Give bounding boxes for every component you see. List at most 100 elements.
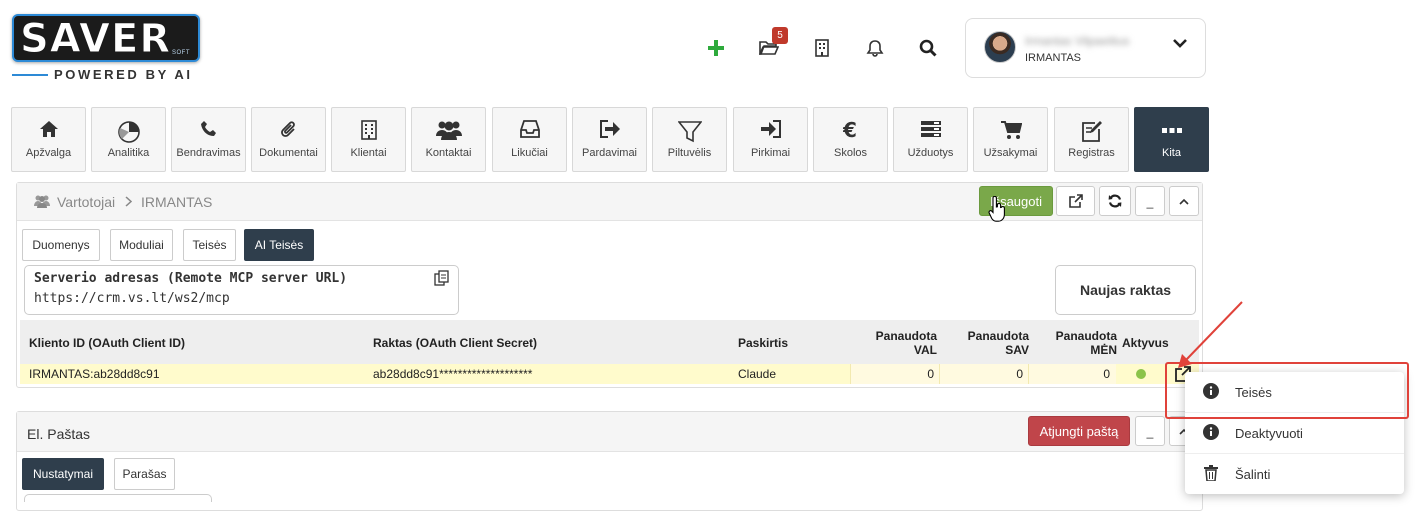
sign-out-icon bbox=[573, 120, 646, 142]
nav-tile-7[interactable]: Likučiai bbox=[492, 107, 567, 172]
notification-badge: 5 bbox=[772, 27, 788, 44]
open-external-button[interactable] bbox=[1056, 186, 1095, 216]
logo-tagline: POWERED BY AI bbox=[54, 67, 193, 82]
minimize-button[interactable]: _ bbox=[1135, 186, 1165, 216]
nav-tile-13[interactable]: Užsakymai bbox=[973, 107, 1048, 172]
cell-bg-val bbox=[850, 364, 939, 384]
breadcrumb-root[interactable]: Vartotojai bbox=[57, 194, 115, 210]
bell-icon[interactable] bbox=[864, 37, 886, 59]
user-login: IRMANTAS bbox=[1025, 52, 1082, 64]
cell-purpose: Claude bbox=[738, 367, 777, 381]
col-used-sav-line2: SAV bbox=[1005, 343, 1029, 357]
menu-item-deaktyvuoti[interactable]: Deaktyvuoti bbox=[1185, 413, 1404, 453]
users-icon bbox=[412, 120, 485, 142]
nav-tile-8[interactable]: Pardavimai bbox=[572, 107, 647, 172]
refresh-icon bbox=[1108, 194, 1122, 208]
logo-suffix: SOFT bbox=[172, 50, 190, 56]
minimize-button[interactable]: _ bbox=[1135, 416, 1165, 446]
add-icon[interactable] bbox=[705, 37, 727, 59]
nav-tile-12[interactable]: Užduotys bbox=[893, 107, 968, 172]
pie-chart-icon bbox=[92, 120, 165, 143]
tab-moduliai[interactable]: Moduliai bbox=[110, 229, 173, 261]
table-row[interactable]: IRMANTAS:ab28dd8c91 ab28dd8c91**********… bbox=[20, 364, 1199, 384]
info-circle-icon bbox=[1203, 424, 1219, 440]
edit-icon bbox=[1055, 120, 1128, 142]
chevron-down-icon[interactable] bbox=[1173, 39, 1187, 49]
chevron-up-icon bbox=[1179, 198, 1189, 205]
menu-item-salinti[interactable]: Šalinti bbox=[1185, 454, 1404, 494]
disconnect-email-button[interactable]: Atjungti paštą bbox=[1028, 416, 1130, 446]
avatar bbox=[984, 31, 1016, 63]
nav-tile-3[interactable]: Bendravimas bbox=[171, 107, 246, 172]
nav-tile-label: Apžvalga bbox=[25, 147, 72, 159]
nav-tile-label: Analitika bbox=[107, 147, 150, 159]
nav-tile-label: Likučiai bbox=[511, 147, 548, 159]
col-used-val-line2: VAL bbox=[913, 343, 937, 357]
col-active: Aktyvus bbox=[1122, 336, 1169, 350]
nav-tile-label: Pardavimai bbox=[581, 147, 638, 159]
euro-icon: € bbox=[814, 120, 887, 142]
nav-tile-6[interactable]: Kontaktai bbox=[411, 107, 486, 172]
nav-tile-label: Pirkimai bbox=[750, 147, 791, 159]
paperclip-icon bbox=[252, 120, 325, 142]
cell-client-id: IRMANTAS:ab28dd8c91 bbox=[29, 367, 160, 381]
nav-tile-label: Kita bbox=[1162, 147, 1181, 159]
breadcrumb-current: IRMANTAS bbox=[141, 194, 213, 210]
nav-tile-2[interactable]: Analitika bbox=[91, 107, 166, 172]
email-panel-title: El. Paštas bbox=[27, 426, 91, 442]
col-used-sav-line1: Panaudota bbox=[967, 329, 1029, 343]
cart-icon bbox=[974, 120, 1047, 142]
tab-teises[interactable]: Teisės bbox=[183, 229, 236, 261]
logo[interactable]: SAVER SOFT POWERED BY AI bbox=[12, 14, 202, 82]
col-used-val: Panaudota VAL bbox=[876, 329, 937, 357]
nav-tile-label: Bendravimas bbox=[176, 147, 241, 159]
logo-text: SAVER bbox=[19, 16, 172, 63]
funnel-icon bbox=[653, 120, 726, 143]
inbox-icon bbox=[493, 120, 566, 142]
nav-tile-label: Kontaktai bbox=[425, 147, 472, 159]
nav-tile-label: Registras bbox=[1068, 147, 1115, 159]
logo-badge: SAVER SOFT bbox=[12, 14, 200, 63]
tab-ai-teises[interactable]: AI Teisės bbox=[244, 229, 314, 261]
active-status-dot bbox=[1136, 369, 1146, 379]
cell-secret: ab28dd8c91******************** bbox=[373, 367, 533, 381]
tasks-icon bbox=[894, 120, 967, 142]
sign-in-icon bbox=[734, 120, 807, 142]
user-menu[interactable]: Irmantas Vilpaeitius IRMANTAS bbox=[965, 18, 1206, 78]
cell-used-sav: 0 bbox=[1016, 367, 1023, 381]
menu-item-label: Deaktyvuoti bbox=[1235, 426, 1303, 441]
nav-tile-1[interactable]: Apžvalga bbox=[11, 107, 86, 172]
nav-tile-4[interactable]: Dokumentai bbox=[251, 107, 326, 172]
nav-tile-label: Piltuvėlis bbox=[667, 147, 712, 159]
cursor-hand-icon bbox=[988, 196, 1006, 224]
menu-item-label: Šalinti bbox=[1235, 467, 1271, 482]
copy-icon[interactable] bbox=[434, 270, 450, 286]
cell-used-val: 0 bbox=[927, 367, 934, 381]
col-client-id: Kliento ID (OAuth Client ID) bbox=[29, 336, 185, 350]
nav-tile-14[interactable]: Registras bbox=[1054, 107, 1129, 172]
phone-icon bbox=[172, 120, 245, 142]
nav-tile-label: Užsakymai bbox=[983, 147, 1038, 159]
col-used-men-line2: MĖN bbox=[1090, 343, 1117, 357]
server-url-box: Serverio adresas (Remote MCP server URL)… bbox=[24, 265, 459, 315]
server-url-value[interactable]: https://crm.vs.lt/ws2/mcp bbox=[34, 291, 230, 306]
collapse-button[interactable] bbox=[1169, 186, 1199, 216]
users-icon bbox=[33, 195, 51, 208]
search-icon[interactable] bbox=[917, 37, 939, 59]
nav-tile-9[interactable]: Piltuvėlis bbox=[652, 107, 727, 172]
building-icon[interactable] bbox=[811, 37, 833, 59]
tab-duomenys[interactable]: Duomenys bbox=[22, 229, 100, 261]
tab-nustatymai[interactable]: Nustatymai bbox=[22, 458, 104, 490]
refresh-button[interactable] bbox=[1099, 186, 1131, 216]
col-used-men-line1: Panaudota bbox=[1055, 329, 1117, 343]
nav-tile-label: Klientai bbox=[350, 147, 387, 159]
user-name: Irmantas Vilpaeitius bbox=[1025, 34, 1130, 48]
building-icon bbox=[332, 120, 405, 142]
nav-tile-15[interactable]: Kita bbox=[1134, 107, 1209, 172]
nav-tile-5[interactable]: Klientai bbox=[331, 107, 406, 172]
tab-parasas[interactable]: Parašas bbox=[114, 458, 175, 490]
nav-tile-11[interactable]: € Skolos bbox=[813, 107, 888, 172]
col-purpose: Paskirtis bbox=[738, 336, 789, 350]
breadcrumb-separator-icon bbox=[125, 196, 132, 207]
nav-tile-10[interactable]: Pirkimai bbox=[733, 107, 808, 172]
